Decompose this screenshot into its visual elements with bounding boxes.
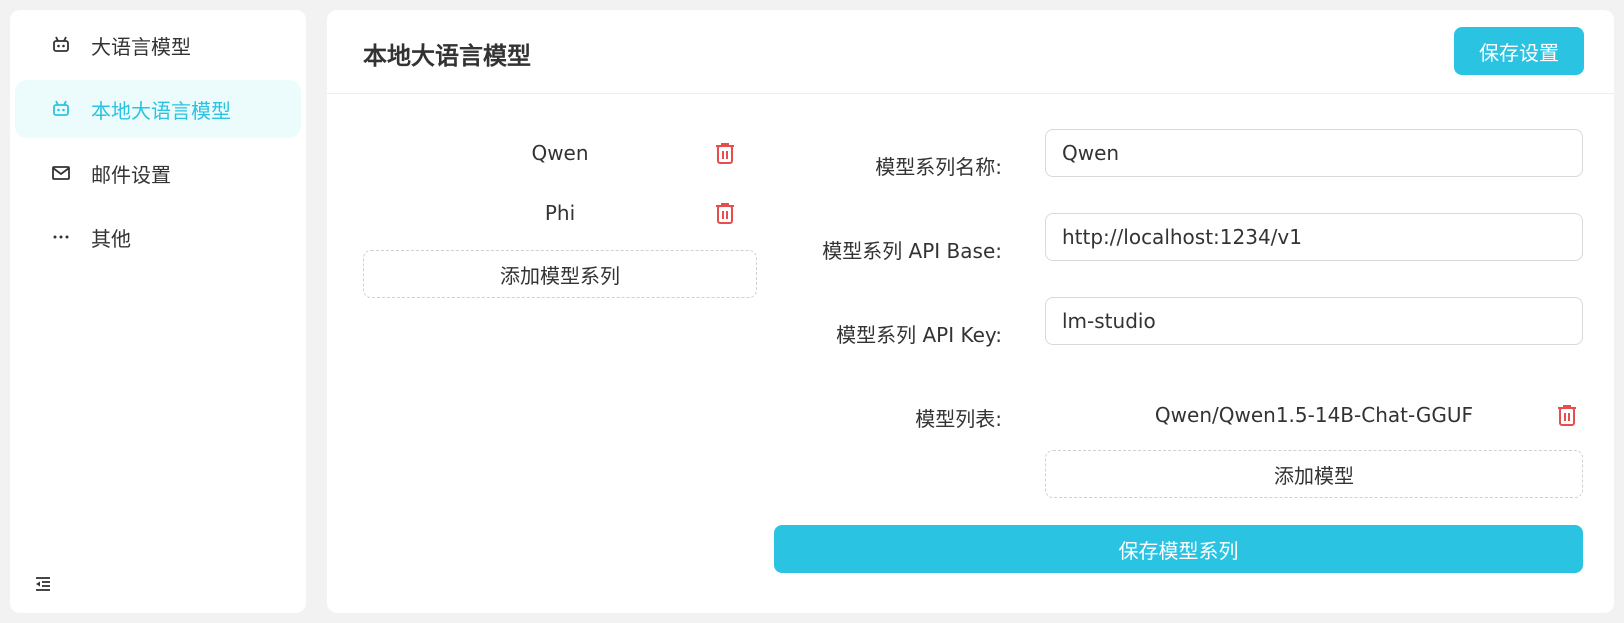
- api-base-label: 模型系列 API Base:: [822, 239, 1002, 263]
- sidebar-item-label: 其他: [91, 226, 131, 251]
- models-label: 模型列表:: [915, 407, 1002, 431]
- series-item-qwen[interactable]: Qwen: [363, 133, 757, 173]
- add-series-button[interactable]: 添加模型系列: [363, 250, 757, 298]
- series-name-input[interactable]: [1045, 129, 1583, 177]
- api-key-label: 模型系列 API Key:: [836, 323, 1002, 347]
- save-series-button[interactable]: 保存模型系列: [774, 525, 1583, 573]
- trash-icon[interactable]: [713, 201, 737, 225]
- sidebar-item-mail[interactable]: 邮件设置: [15, 144, 301, 202]
- robot-icon: [51, 35, 71, 55]
- api-base-input[interactable]: [1045, 213, 1583, 261]
- series-item-phi[interactable]: Phi: [363, 193, 757, 233]
- add-model-button[interactable]: 添加模型: [1045, 450, 1583, 498]
- series-name-label: 模型系列名称:: [875, 155, 1002, 179]
- sidebar: 大语言模型 本地大语言模型 邮件设置 其他: [10, 10, 306, 613]
- header: 本地大语言模型 保存设置: [327, 10, 1614, 94]
- sidebar-item-label: 大语言模型: [91, 34, 191, 59]
- robot-icon: [51, 99, 71, 119]
- sidebar-item-label: 本地大语言模型: [91, 98, 231, 123]
- page-title: 本地大语言模型: [363, 42, 531, 70]
- model-item[interactable]: Qwen/Qwen1.5-14B-Chat-GGUF: [1045, 395, 1583, 435]
- save-settings-button[interactable]: 保存设置: [1454, 27, 1584, 75]
- sidebar-item-local-llm[interactable]: 本地大语言模型: [15, 80, 301, 138]
- model-name: Qwen/Qwen1.5-14B-Chat-GGUF: [1154, 403, 1474, 427]
- trash-icon[interactable]: [1555, 403, 1579, 427]
- main-panel: 本地大语言模型 保存设置 Qwen Phi 添加模型系列 模型系列名称: 模型系…: [327, 10, 1614, 613]
- mail-icon: [51, 163, 71, 183]
- add-model-label: 添加模型: [1274, 463, 1354, 488]
- more-icon: [51, 227, 71, 247]
- sidebar-item-other[interactable]: 其他: [15, 208, 301, 266]
- sidebar-item-label: 邮件设置: [91, 162, 171, 187]
- series-name: Phi: [544, 201, 576, 225]
- add-series-label: 添加模型系列: [500, 263, 620, 288]
- trash-icon[interactable]: [713, 141, 737, 165]
- series-name: Qwen: [531, 141, 589, 165]
- api-key-input[interactable]: [1045, 297, 1583, 345]
- sidebar-item-llm[interactable]: 大语言模型: [15, 16, 301, 74]
- collapse-menu-icon[interactable]: [34, 575, 52, 593]
